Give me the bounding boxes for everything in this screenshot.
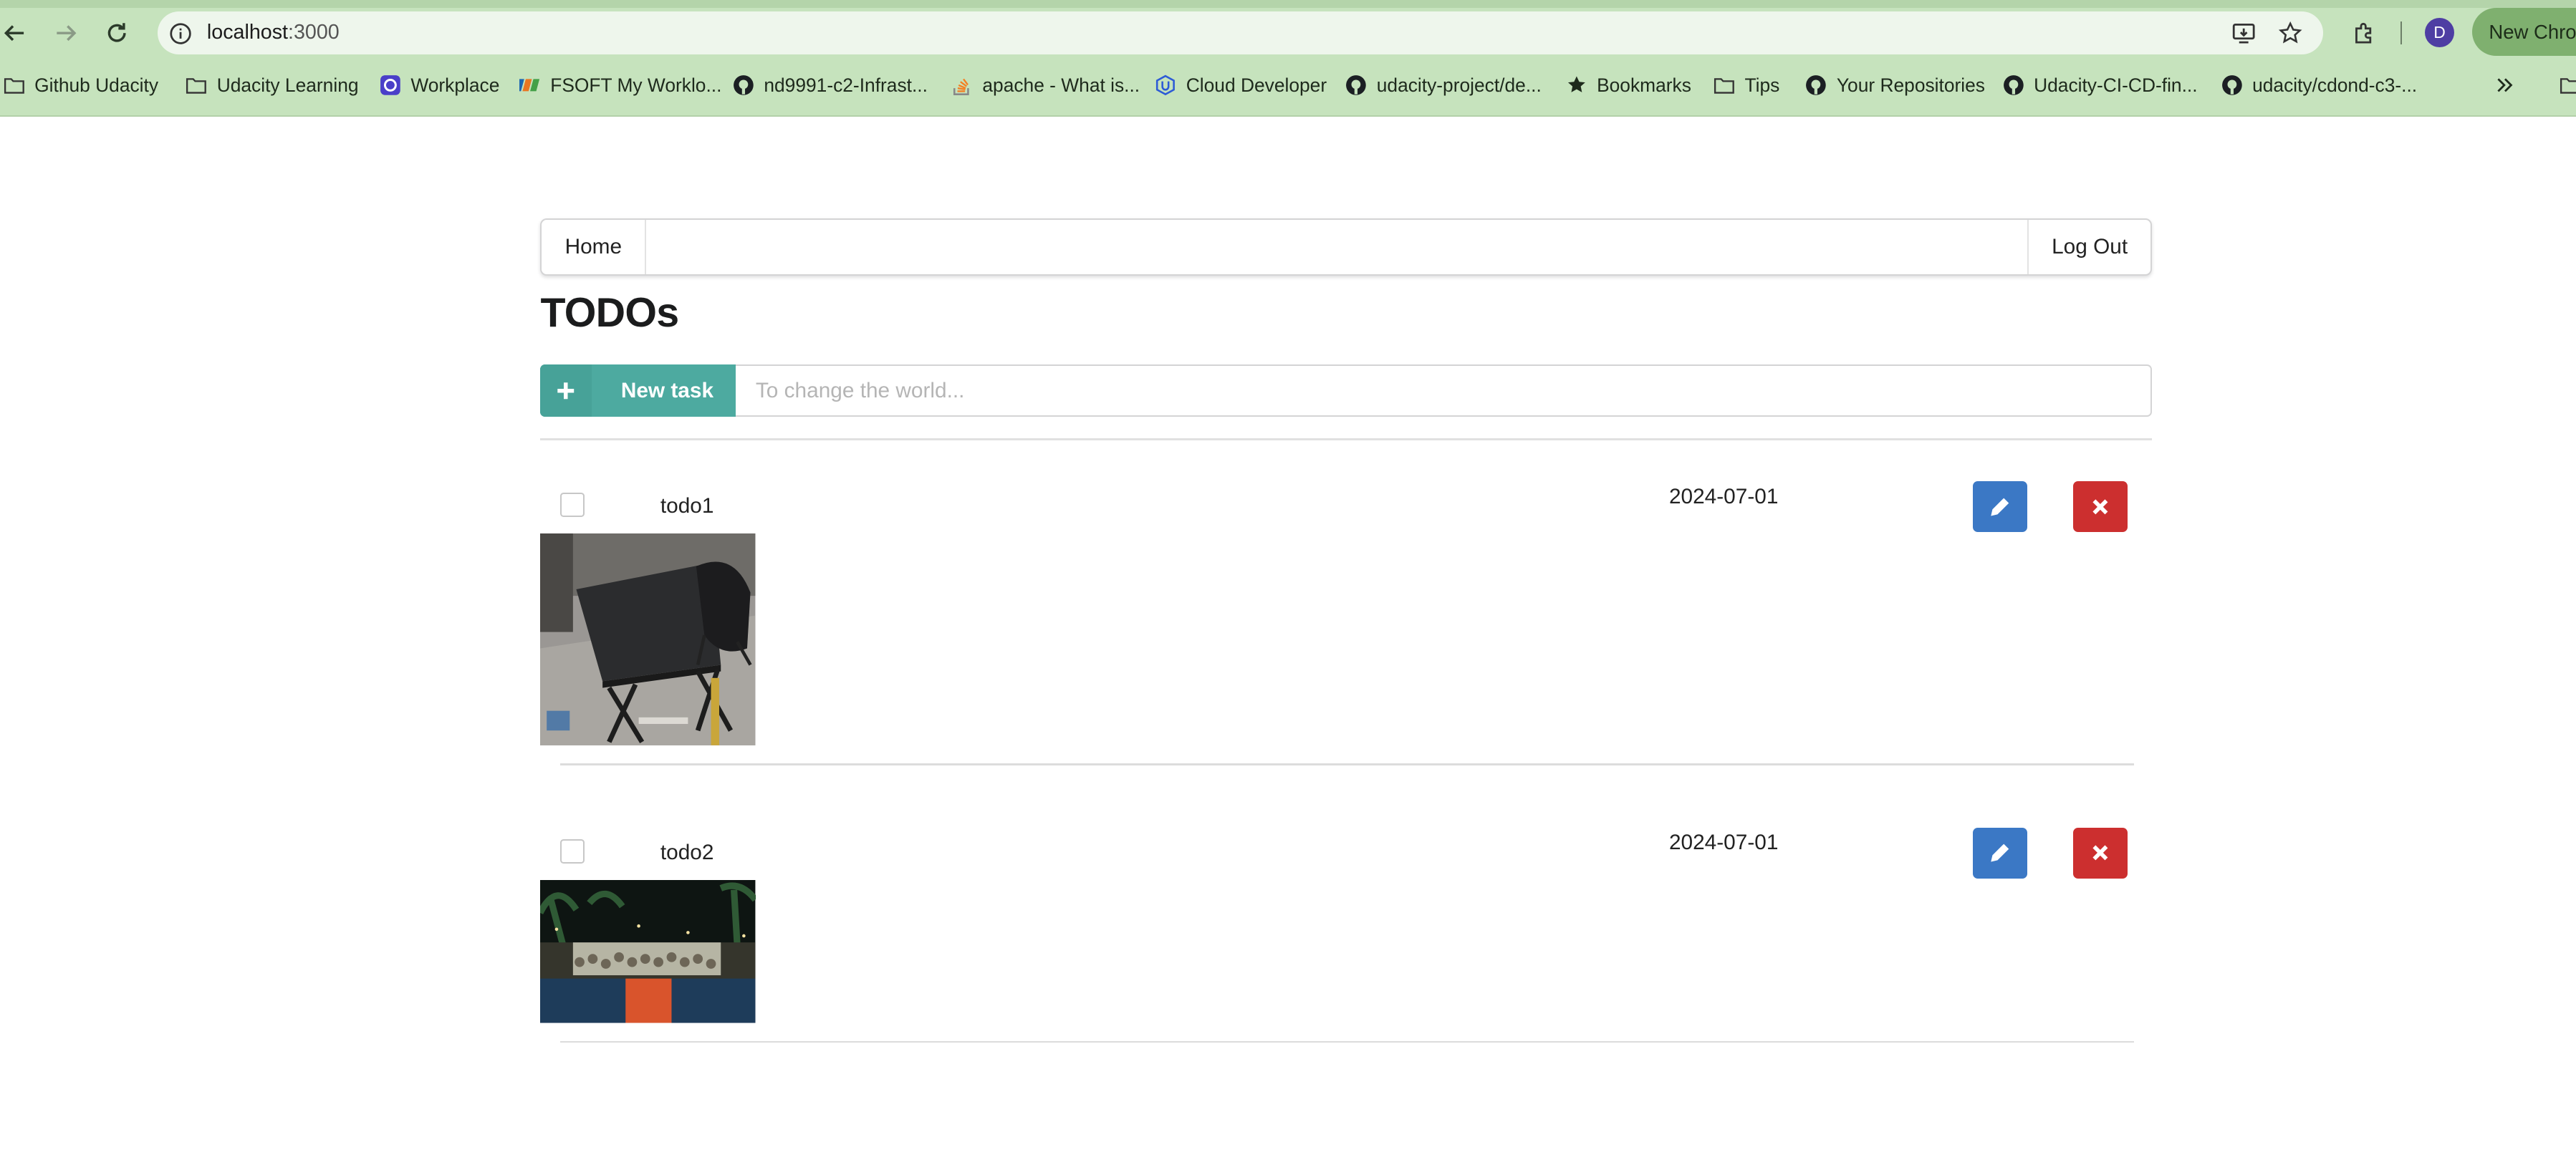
bookmark-item[interactable]: Udacity-CI-CD-fin...	[2003, 67, 2198, 103]
pencil-icon	[1991, 844, 2009, 862]
bookmark-item[interactable]: Workplace	[380, 67, 500, 103]
github-icon	[1805, 74, 1827, 96]
url-port: :3000	[288, 21, 340, 44]
all-bookmarks-folder-icon[interactable]	[2560, 67, 2576, 103]
bookmark-item[interactable]: udacity-project/de...	[1345, 67, 1542, 103]
tab-strip-edge	[0, 0, 2576, 9]
bookmark-item[interactable]: udacity/cdond-c3-...	[2221, 67, 2418, 103]
github-icon	[2003, 74, 2024, 96]
bookmarks-overflow-icon[interactable]	[2494, 67, 2515, 103]
folder-icon	[1714, 74, 1735, 96]
bookmark-item[interactable]: Udacity Learning	[186, 67, 359, 103]
site-info-icon[interactable]	[169, 21, 192, 44]
divider	[540, 438, 2153, 440]
bookmark-item[interactable]: Github Udacity	[4, 67, 158, 103]
bookmark-label: Github Udacity	[34, 74, 159, 96]
edit-todo-button[interactable]	[1973, 827, 2027, 879]
stackoverflow-icon	[951, 74, 973, 96]
bookmark-label: nd9991-c2-Infrast...	[764, 74, 928, 96]
todo-divider	[560, 1040, 2134, 1043]
delete-todo-button[interactable]	[2073, 827, 2128, 879]
todo-attachment-image	[540, 533, 756, 746]
back-icon[interactable]	[0, 13, 34, 52]
bookmark-item[interactable]: Your Repositories	[1805, 67, 1985, 103]
pencil-icon	[1991, 498, 2009, 516]
bookmark-label: Bookmarks	[1597, 74, 1691, 96]
reload-icon[interactable]	[97, 13, 136, 52]
bookmark-item[interactable]: FSOFT My Worklo...	[519, 67, 722, 103]
close-icon	[2092, 845, 2108, 861]
new-task-label: New task	[620, 378, 714, 402]
bookmark-item[interactable]: Tips	[1714, 67, 1779, 103]
bookmark-label: Udacity-CI-CD-fin...	[2034, 74, 2198, 96]
bookmarks-bar: Github Udacity Udacity Learning Workplac…	[0, 67, 2576, 103]
workplace-icon	[380, 74, 401, 96]
fpt-icon	[519, 74, 541, 96]
bookmark-item[interactable]: Bookmarks	[1566, 67, 1691, 103]
extensions-icon[interactable]	[2349, 18, 2378, 47]
address-bar[interactable]: localhost:3000	[158, 11, 2323, 54]
bookmark-label: udacity/cdond-c3-...	[2252, 74, 2418, 96]
bookmark-label: FSOFT My Worklo...	[550, 74, 722, 96]
bookmark-label: Udacity Learning	[216, 74, 359, 96]
toolbar-separator	[2400, 21, 2402, 44]
bookmark-item[interactable]: apache - What is...	[951, 67, 1140, 103]
install-app-icon[interactable]	[2229, 18, 2259, 47]
star-icon	[1566, 74, 1587, 96]
bookmark-label: Cloud Developer	[1186, 74, 1327, 96]
folder-icon	[186, 74, 207, 96]
todo-due-date: 2024-07-01	[1668, 831, 1779, 855]
delete-todo-button[interactable]	[2073, 480, 2128, 532]
bookmark-label: apache - What is...	[982, 74, 1140, 96]
todo-item: todo1 2024-07-01	[540, 460, 2152, 765]
bookmark-label: Workplace	[410, 74, 500, 96]
github-icon	[733, 74, 754, 96]
udacity-icon	[1155, 74, 1176, 96]
bookmark-star-icon[interactable]	[2275, 18, 2305, 47]
todo-attachment-image	[540, 880, 756, 1023]
close-icon	[2092, 498, 2108, 514]
todo-name: todo2	[660, 841, 714, 865]
plus-icon	[540, 364, 592, 417]
todo-done-checkbox[interactable]	[560, 492, 585, 517]
todo-due-date: 2024-07-01	[1668, 484, 1779, 508]
top-menu: Home Log Out	[540, 218, 2153, 276]
bookmark-item[interactable]: Cloud Developer	[1155, 67, 1327, 103]
new-task-input[interactable]	[736, 364, 2153, 417]
bookmark-label: Tips	[1744, 74, 1780, 96]
todo-item: todo2 2024-07-01	[540, 806, 2152, 1045]
todo-done-checkbox[interactable]	[560, 838, 585, 864]
page-title: TODOs	[540, 289, 679, 336]
folder-icon	[4, 74, 25, 96]
browser-chrome: localhost:3000 D New Chro Github Udacity…	[0, 0, 2576, 117]
profile-avatar[interactable]: D	[2424, 18, 2455, 48]
url-text[interactable]: localhost:3000	[207, 21, 340, 44]
edit-todo-button[interactable]	[1973, 480, 2027, 532]
todo-divider	[560, 763, 2134, 765]
home-link[interactable]: Home	[542, 220, 647, 274]
github-icon	[2221, 74, 2243, 96]
todo-name: todo1	[660, 494, 714, 518]
bookmark-item[interactable]: nd9991-c2-Infrast...	[733, 67, 928, 103]
bookmark-label: udacity-project/de...	[1376, 74, 1542, 96]
new-task-button[interactable]: New task	[540, 364, 736, 417]
bookmark-label: Your Repositories	[1836, 74, 1985, 96]
url-host: localhost	[206, 21, 289, 44]
forward-icon[interactable]	[46, 13, 85, 52]
new-chrome-button[interactable]: New Chro	[2472, 8, 2576, 56]
logout-button[interactable]: Log Out	[2027, 220, 2150, 274]
github-icon	[1345, 74, 1367, 96]
